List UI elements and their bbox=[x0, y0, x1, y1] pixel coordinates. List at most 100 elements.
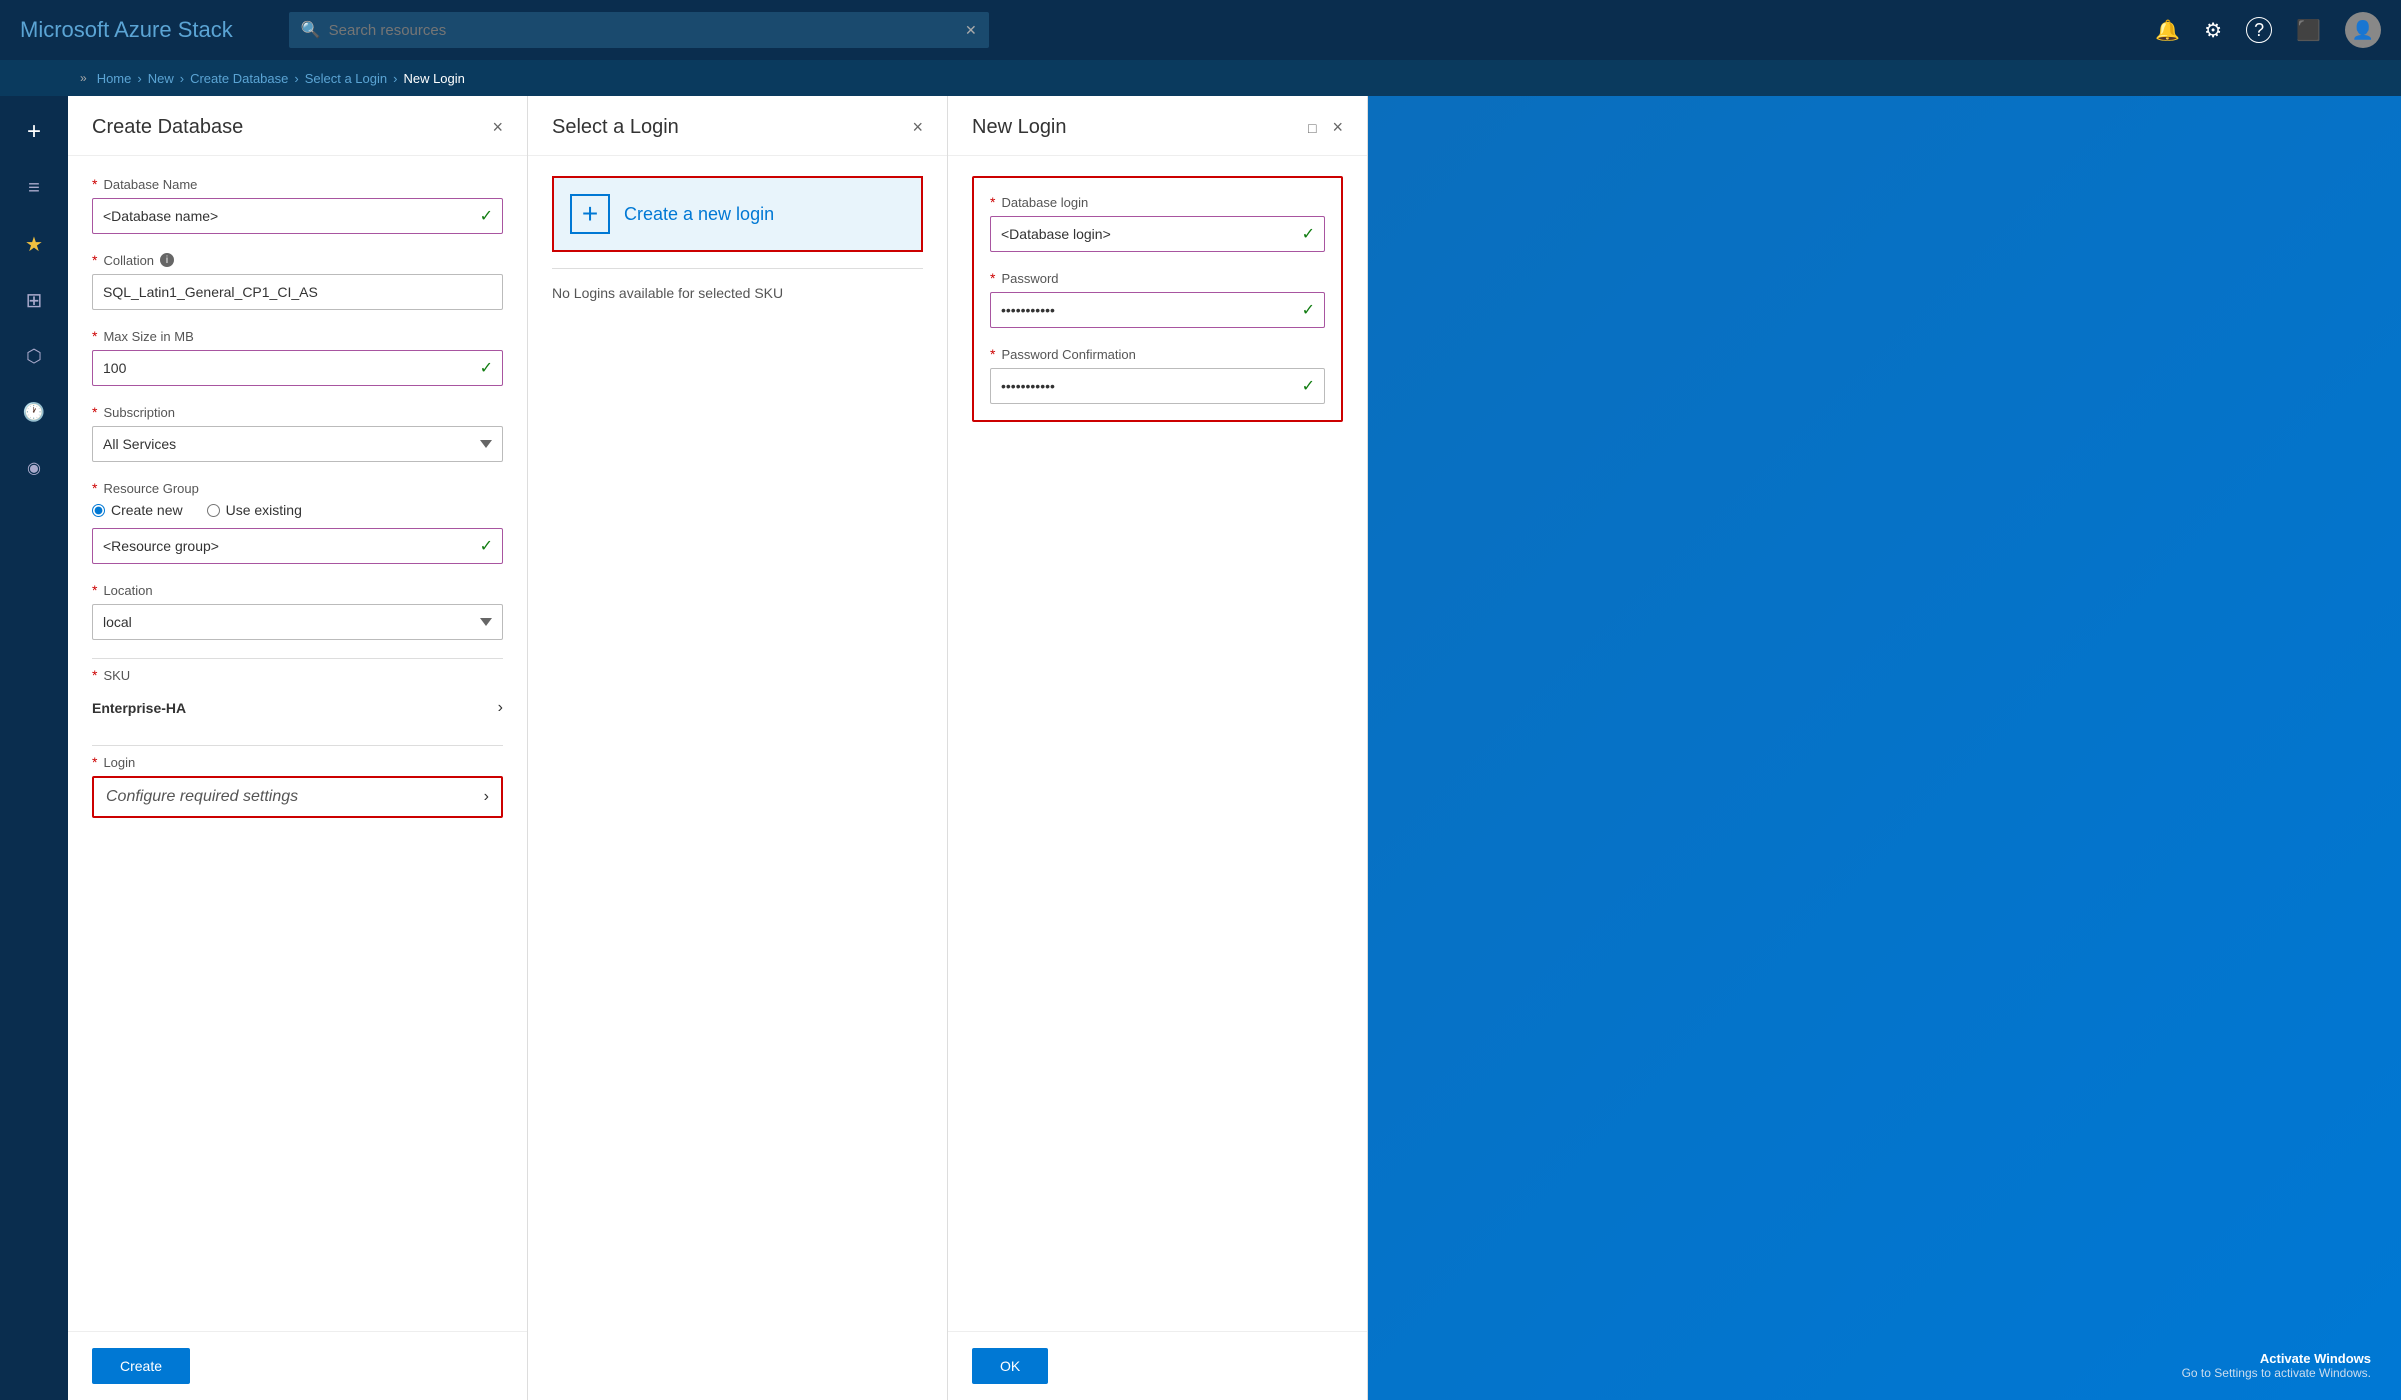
subscription-label: * Subscription bbox=[92, 404, 503, 420]
db-login-check-icon: ✓ bbox=[1302, 224, 1315, 244]
create-login-card[interactable]: + Create a new login bbox=[552, 176, 923, 252]
password-confirm-group: * Password Confirmation ✓ bbox=[990, 346, 1325, 404]
location-select[interactable]: local bbox=[92, 604, 503, 640]
db-login-input-wrapper: ✓ bbox=[990, 216, 1325, 252]
create-new-radio-label[interactable]: Create new bbox=[92, 502, 183, 518]
create-button[interactable]: Create bbox=[92, 1348, 190, 1384]
sku-value: Enterprise-HA bbox=[92, 700, 186, 716]
activate-windows-title[interactable]: Activate Windows bbox=[2182, 1351, 2371, 1366]
sku-chevron-row[interactable]: Enterprise-HA › bbox=[92, 689, 503, 727]
max-size-label: * Max Size in MB bbox=[92, 328, 503, 344]
password-group: * Password ✓ bbox=[990, 270, 1325, 328]
use-existing-radio[interactable] bbox=[207, 504, 220, 517]
activity-icon: 🕐 bbox=[23, 402, 45, 423]
gear-icon[interactable]: ⚙ bbox=[2204, 18, 2222, 43]
panel-2-close-button[interactable]: × bbox=[912, 117, 923, 138]
sidebar-item-monitor[interactable]: ◉ bbox=[4, 442, 64, 494]
divider-2 bbox=[92, 745, 503, 746]
sidebar-item-activity[interactable]: 🕐 bbox=[4, 386, 64, 438]
portal-icon[interactable]: ⬛ bbox=[2296, 18, 2321, 43]
resource-group-input-wrapper: ✓ bbox=[92, 528, 503, 564]
divider-1 bbox=[92, 658, 503, 659]
panel-2-body: + Create a new login No Logins available… bbox=[528, 156, 947, 1400]
max-size-group: * Max Size in MB ✓ bbox=[92, 328, 503, 386]
sidebar-item-add[interactable]: + bbox=[4, 106, 64, 158]
panel-3-body: * Database login ✓ * Password bbox=[948, 156, 1367, 1331]
max-size-input[interactable] bbox=[92, 350, 503, 386]
monitor-icon: ◉ bbox=[27, 458, 41, 478]
use-existing-radio-label[interactable]: Use existing bbox=[207, 502, 302, 518]
ok-button[interactable]: OK bbox=[972, 1348, 1048, 1384]
help-icon[interactable]: ? bbox=[2246, 17, 2272, 43]
topbar: Microsoft Azure Stack 🔍 ✕ 🔔 ⚙ ? ⬛ 👤 bbox=[0, 0, 2401, 60]
password-confirm-check-icon: ✓ bbox=[1302, 376, 1315, 396]
password-confirm-input-wrapper: ✓ bbox=[990, 368, 1325, 404]
panel-select-login: Select a Login × + Create a new login No… bbox=[528, 96, 948, 1400]
collation-input[interactable] bbox=[92, 274, 503, 310]
resource-group-input[interactable] bbox=[92, 528, 503, 564]
sidebar: + ≡ ★ ⊞ ⬡ 🕐 ◉ bbox=[0, 96, 68, 1400]
search-input[interactable] bbox=[329, 22, 957, 39]
breadcrumb-create-database[interactable]: Create Database bbox=[190, 71, 288, 86]
breadcrumb-new[interactable]: New bbox=[148, 71, 174, 86]
panel-2-title: Select a Login bbox=[552, 116, 679, 139]
login-chevron-row[interactable]: Configure required settings › bbox=[106, 788, 489, 806]
panel-new-login: New Login □ × * Database login bbox=[948, 96, 1368, 1400]
password-input[interactable] bbox=[990, 292, 1325, 328]
subscription-select[interactable]: All Services bbox=[92, 426, 503, 462]
avatar[interactable]: 👤 bbox=[2345, 12, 2381, 48]
resource-group-group: * Resource Group Create new Use existing bbox=[92, 480, 503, 564]
breadcrumb-bar: » Home › New › Create Database › Select … bbox=[0, 60, 2401, 96]
panel-1-title: Create Database bbox=[92, 116, 243, 139]
avatar-icon: 👤 bbox=[2352, 20, 2374, 41]
resource-group-label: * Resource Group bbox=[92, 480, 503, 496]
login-value: Configure required settings bbox=[106, 788, 298, 806]
breadcrumb-current: New Login bbox=[403, 71, 464, 86]
panel-3-header: New Login □ × bbox=[948, 96, 1367, 156]
panel-create-database: Create Database × * Database Name ✓ bbox=[68, 96, 528, 1400]
no-logins-text: No Logins available for selected SKU bbox=[552, 277, 923, 309]
location-label: * Location bbox=[92, 582, 503, 598]
panel-1-footer: Create bbox=[68, 1331, 527, 1400]
plus-icon: + bbox=[582, 198, 598, 230]
database-name-input[interactable] bbox=[92, 198, 503, 234]
activate-windows-text: Go to Settings to activate Windows. bbox=[2182, 1366, 2371, 1380]
subscription-group: * Subscription All Services bbox=[92, 404, 503, 462]
database-name-group: * Database Name ✓ bbox=[92, 176, 503, 234]
dashboard-icon: ⊞ bbox=[26, 288, 43, 313]
breadcrumb-home[interactable]: Home bbox=[97, 71, 132, 86]
breadcrumb-select-login[interactable]: Select a Login bbox=[305, 71, 387, 86]
sku-label: * SKU bbox=[92, 667, 503, 683]
panel-3-close-button[interactable]: × bbox=[1332, 117, 1343, 138]
panel-3-footer: OK bbox=[948, 1331, 1367, 1400]
breadcrumb-expand[interactable]: » bbox=[80, 71, 87, 85]
database-name-check-icon: ✓ bbox=[480, 206, 493, 226]
content-area: Create Database × * Database Name ✓ bbox=[68, 96, 2401, 1400]
collation-group: * Collation i bbox=[92, 252, 503, 310]
password-confirm-input[interactable] bbox=[990, 368, 1325, 404]
bell-icon[interactable]: 🔔 bbox=[2155, 18, 2180, 43]
panel-1-body: * Database Name ✓ * Collation i bbox=[68, 156, 527, 1331]
breadcrumb: Home › New › Create Database › Select a … bbox=[97, 71, 465, 86]
database-name-label: * Database Name bbox=[92, 176, 503, 192]
app-title: Microsoft Azure Stack bbox=[20, 17, 233, 43]
maximize-button[interactable]: □ bbox=[1308, 120, 1316, 136]
sidebar-item-dashboard[interactable]: ⊞ bbox=[4, 274, 64, 326]
login-chevron-right-icon: › bbox=[484, 788, 489, 806]
panel-1-close-button[interactable]: × bbox=[492, 117, 503, 138]
resources-icon: ⬡ bbox=[26, 346, 42, 367]
panel-1-header: Create Database × bbox=[68, 96, 527, 156]
password-input-wrapper: ✓ bbox=[990, 292, 1325, 328]
sidebar-item-menu[interactable]: ≡ bbox=[4, 162, 64, 214]
db-login-input[interactable] bbox=[990, 216, 1325, 252]
sidebar-item-favorites[interactable]: ★ bbox=[4, 218, 64, 270]
new-login-form-section: * Database login ✓ * Password bbox=[972, 176, 1343, 422]
blue-right-area: Activate Windows Go to Settings to activ… bbox=[1368, 96, 2401, 1400]
panel-2-header: Select a Login × bbox=[528, 96, 947, 156]
sidebar-item-resources[interactable]: ⬡ bbox=[4, 330, 64, 382]
search-close-icon[interactable]: ✕ bbox=[965, 22, 977, 39]
search-container[interactable]: 🔍 ✕ bbox=[289, 12, 989, 48]
create-new-radio[interactable] bbox=[92, 504, 105, 517]
collation-info-icon[interactable]: i bbox=[160, 253, 174, 267]
login-section[interactable]: Configure required settings › bbox=[92, 776, 503, 818]
